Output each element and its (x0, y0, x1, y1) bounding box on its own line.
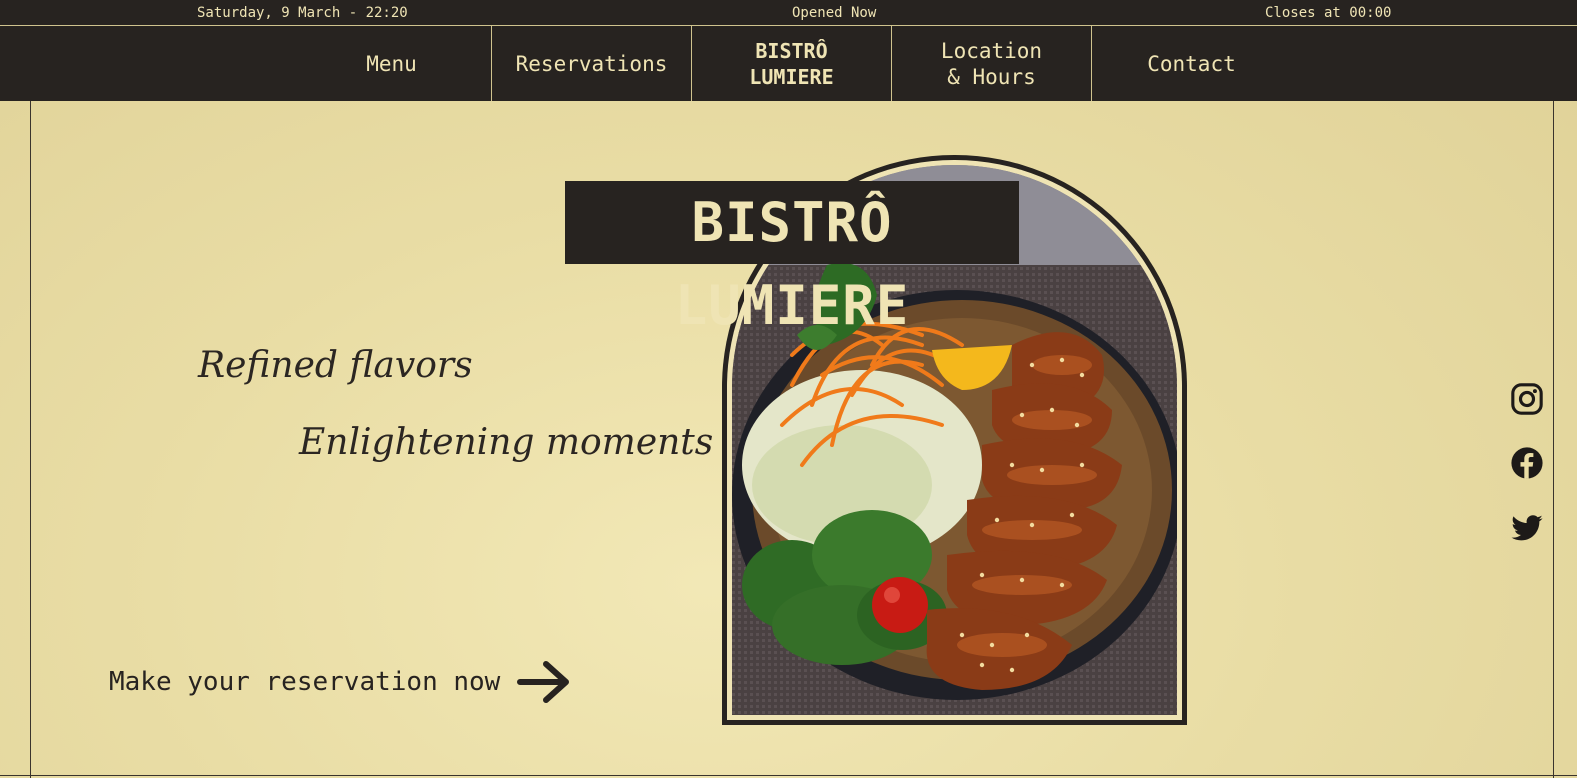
twitter-icon[interactable] (1510, 511, 1544, 545)
grid-line-right (1553, 0, 1554, 778)
instagram-icon[interactable] (1510, 382, 1544, 416)
make-reservation-link[interactable]: Make your reservation now (109, 661, 572, 703)
nav-brand-logo[interactable]: BISTRÔ LUMIERE (692, 26, 891, 101)
info-bar: Saturday, 9 March - 22:20 Opened Now Clo… (0, 0, 1577, 26)
nav-menu[interactable]: Menu (292, 26, 491, 101)
grid-line-bottom (0, 775, 1577, 776)
arrow-right-icon (517, 661, 570, 703)
grid-line-left (30, 0, 31, 778)
nav-contact[interactable]: Contact (1092, 26, 1291, 101)
nav-reservations[interactable]: Reservations (492, 26, 691, 101)
restaurant-title: BISTRÔ LUMIERE (565, 181, 1019, 337)
cta-label: Make your reservation now (109, 667, 501, 697)
current-datetime: Saturday, 9 March - 22:20 (197, 5, 408, 21)
closing-time: Closes at 00:00 (1265, 5, 1392, 21)
tagline-refined-flavors: Refined flavors (198, 345, 473, 386)
open-status: Opened Now (792, 5, 877, 21)
facebook-icon[interactable] (1510, 446, 1544, 480)
nav-location-hours[interactable]: Location & Hours (892, 26, 1091, 101)
main-nav: Menu Reservations BISTRÔ LUMIERE Locatio… (0, 26, 1577, 101)
tagline-enlightening-moments: Enlightening moments (299, 422, 714, 463)
